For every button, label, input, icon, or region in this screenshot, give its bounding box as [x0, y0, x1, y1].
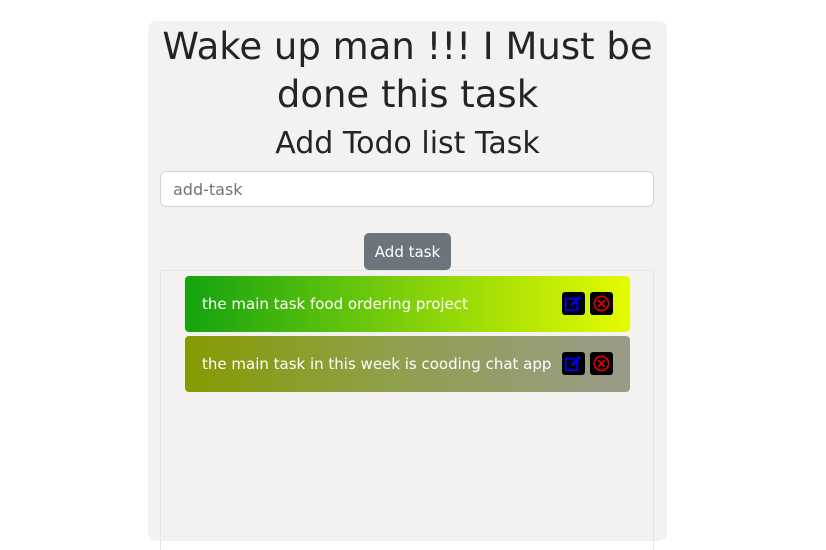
edit-icon	[564, 295, 582, 312]
page-title: Wake up man !!! I Must be done this task	[162, 25, 653, 116]
section-title: Add Todo list Task	[275, 126, 540, 161]
edit-icon	[564, 355, 582, 372]
todo-card: Wake up man !!! I Must be done this task…	[148, 21, 667, 550]
task-item: the main task in this week is cooding ch…	[185, 336, 630, 392]
delete-task-button[interactable]	[590, 292, 613, 315]
add-task-button[interactable]: Add task	[364, 233, 451, 270]
add-task-input[interactable]	[160, 171, 654, 207]
task-list: the main task food ordering project the …	[160, 270, 654, 550]
edit-task-button[interactable]	[562, 292, 585, 315]
delete-icon	[593, 295, 610, 312]
task-text: the main task in this week is cooding ch…	[202, 355, 552, 373]
delete-task-button[interactable]	[590, 352, 613, 375]
task-item: the main task food ordering project	[185, 276, 630, 332]
edit-task-button[interactable]	[562, 352, 585, 375]
task-text: the main task food ordering project	[202, 295, 468, 313]
delete-icon	[593, 355, 610, 372]
